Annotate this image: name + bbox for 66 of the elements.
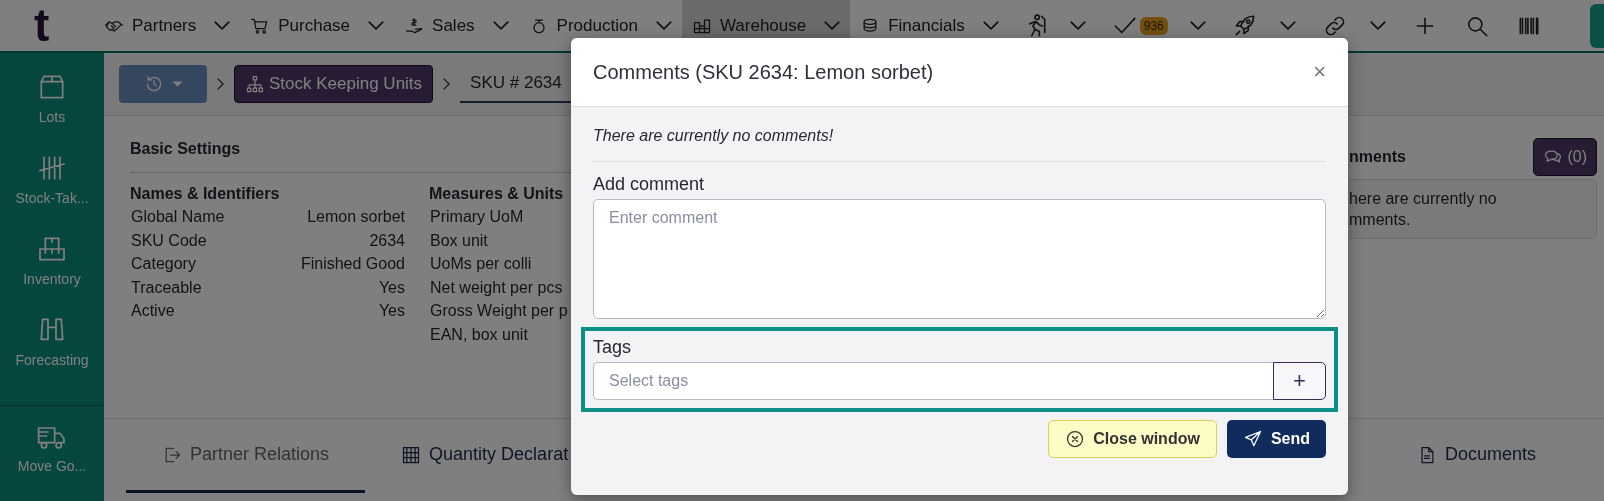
field-label: Gross Weight per p	[430, 302, 568, 321]
sidebar-item[interactable]: Move Go...	[0, 420, 104, 501]
chevron-icon	[492, 21, 509, 30]
send-icon	[1242, 429, 1263, 449]
abacus-icon	[401, 444, 422, 465]
chevron-right-icon	[217, 78, 224, 90]
caret-icon	[171, 81, 183, 87]
field-label: SKU Code	[131, 231, 207, 251]
close-window-button[interactable]: Close window	[1048, 420, 1217, 458]
message-text: mments.	[1349, 210, 1412, 230]
nav-menu[interactable]: Purchase	[240, 0, 395, 51]
sidebar-item[interactable]: Lots	[0, 71, 104, 152]
chevron-icon	[1069, 21, 1086, 30]
field-value: Lemon sorbet	[307, 208, 405, 227]
chevron-icon	[1279, 21, 1296, 30]
sidebar-item[interactable]: Forecasting	[0, 314, 104, 395]
section-title: nments	[1349, 148, 1406, 166]
group-title: Measures & Units	[429, 185, 565, 203]
nav-menu[interactable]: Sales	[394, 0, 519, 51]
field-label: Tags	[593, 337, 633, 358]
comments-button[interactable]: (0)	[1533, 138, 1597, 176]
nav-menu[interactable]: Financials	[850, 0, 1009, 51]
chevron-icon	[368, 21, 385, 30]
tab[interactable]: Partner Relations	[126, 419, 366, 493]
add-tag-button[interactable]: +	[1273, 362, 1326, 400]
comment-field[interactable]: Enter comment	[593, 199, 1326, 319]
sidebar-item[interactable]: Inventory	[0, 233, 104, 314]
hand-coin-icon	[404, 15, 425, 36]
nav-menu[interactable]: Production	[518, 0, 682, 51]
field-label: Add comment	[593, 174, 706, 195]
field-value: Yes	[378, 278, 405, 298]
chevron-icon	[824, 21, 841, 30]
sidebar-item[interactable]: Stock-Tak...	[0, 152, 104, 233]
field-label: Net weight per pcs	[430, 278, 563, 298]
field-label: Active	[131, 302, 175, 321]
breadcrumb-link[interactable]: Stock Keeping Units	[234, 65, 434, 103]
send-button[interactable]: Send	[1226, 420, 1326, 458]
logo[interactable]: t	[34, 0, 94, 51]
field-label: Traceable	[131, 278, 202, 298]
empty-message: There are currently no comments!	[593, 126, 835, 146]
field-label: UoMs per colli	[430, 255, 532, 274]
close-button[interactable]: ×	[1313, 59, 1326, 85]
sitemap-icon	[245, 74, 265, 94]
tab[interactable]: Quantity Declarat	[365, 419, 605, 493]
field-label: Primary UoM	[430, 208, 524, 227]
field-label: Box unit	[430, 231, 488, 251]
chevron-right-icon	[443, 78, 451, 90]
group-title: Names & Identifiers	[130, 185, 281, 203]
field-label: Category	[131, 255, 196, 274]
tags-field[interactable]: Select tags	[593, 362, 1273, 400]
field-value: Yes	[378, 302, 405, 321]
message-text: here are currently no	[1349, 189, 1498, 209]
chevron-icon	[655, 21, 672, 30]
count-badge: 936	[1139, 16, 1168, 35]
chevron-icon	[1189, 21, 1206, 30]
nav-menu[interactable]: Partners	[94, 0, 241, 51]
field-label: Global Name	[131, 208, 225, 227]
field-value: Finished Good	[300, 255, 405, 274]
field-label: EAN, box unit	[430, 325, 528, 345]
chevron-icon	[1369, 21, 1386, 30]
tab[interactable]: Documents	[1380, 419, 1572, 493]
chevron-icon	[214, 21, 231, 30]
close-circle-icon	[1065, 429, 1086, 449]
chevron-icon	[982, 21, 999, 30]
field-value: 2634	[369, 231, 405, 251]
dialog-title: Comments (SKU 2634: Lemon sorbet)	[593, 60, 934, 84]
